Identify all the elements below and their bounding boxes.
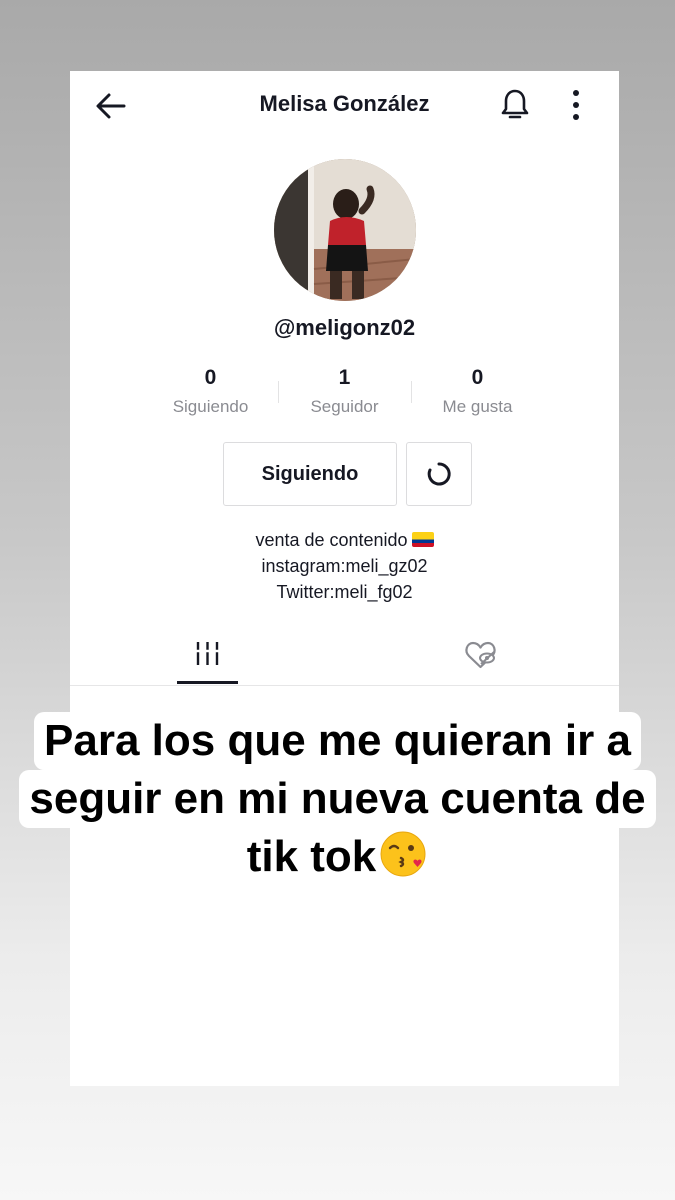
- profile-username: @meligonz02: [273, 315, 416, 340]
- bio-line: instagram:meli_gz02: [261, 556, 428, 576]
- stat-followers-label: Seguidor: [310, 397, 379, 416]
- caption-line-3-text: tik tok: [246, 832, 377, 881]
- colombia-flag-icon: [411, 532, 434, 547]
- more-options-icon[interactable]: [564, 87, 588, 123]
- avatar-photo: [274, 159, 416, 301]
- bio-line: venta de contenido: [70, 527, 619, 553]
- caption-line-1: Para los que me quieran ir a: [34, 712, 641, 770]
- bell-icon[interactable]: [498, 87, 532, 123]
- active-tab-indicator: [177, 681, 238, 684]
- page-title: Melisa González: [259, 91, 430, 116]
- stat-likes-label: Me gusta: [442, 397, 513, 416]
- caption-line-2: seguir en mi nueva cuenta de: [19, 770, 656, 828]
- stat-following-label: Siguiendo: [172, 397, 249, 416]
- stat-likes[interactable]: 0 Me gusta: [411, 363, 544, 417]
- tab-videos[interactable]: [177, 631, 238, 685]
- stat-followers-count: 1: [338, 366, 351, 389]
- refresh-button[interactable]: [406, 442, 472, 506]
- avatar[interactable]: [274, 159, 416, 301]
- stat-likes-count: 0: [471, 366, 484, 389]
- caption-line-3: tik tok: [236, 828, 439, 886]
- top-bar: Melisa González: [70, 71, 619, 137]
- tab-liked[interactable]: [450, 631, 511, 685]
- following-button[interactable]: Siguiendo: [223, 442, 397, 506]
- stat-following[interactable]: 0 Siguiendo: [144, 363, 277, 417]
- profile-tabs: [70, 631, 619, 686]
- bio-line: Twitter:meli_fg02: [276, 582, 413, 602]
- profile-screen: Melisa González @meligonz02 0 Siguiendo …: [70, 71, 619, 1086]
- stat-followers[interactable]: 1 Seguidor: [278, 363, 411, 417]
- hidden-heart-icon: [465, 641, 496, 669]
- bio-line-text: venta de contenido: [255, 530, 408, 550]
- story-caption: Para los que me quieran ir a seguir en m…: [0, 712, 675, 886]
- stat-following-count: 0: [204, 366, 217, 389]
- refresh-icon: [427, 462, 451, 486]
- kissing-face-emoji-icon: [380, 831, 426, 877]
- grid-icon: [195, 642, 220, 665]
- profile-bio: venta de contenido instagram:meli_gz02 T…: [70, 527, 619, 605]
- profile-stats: 0 Siguiendo 1 Seguidor 0 Me gusta: [144, 363, 544, 423]
